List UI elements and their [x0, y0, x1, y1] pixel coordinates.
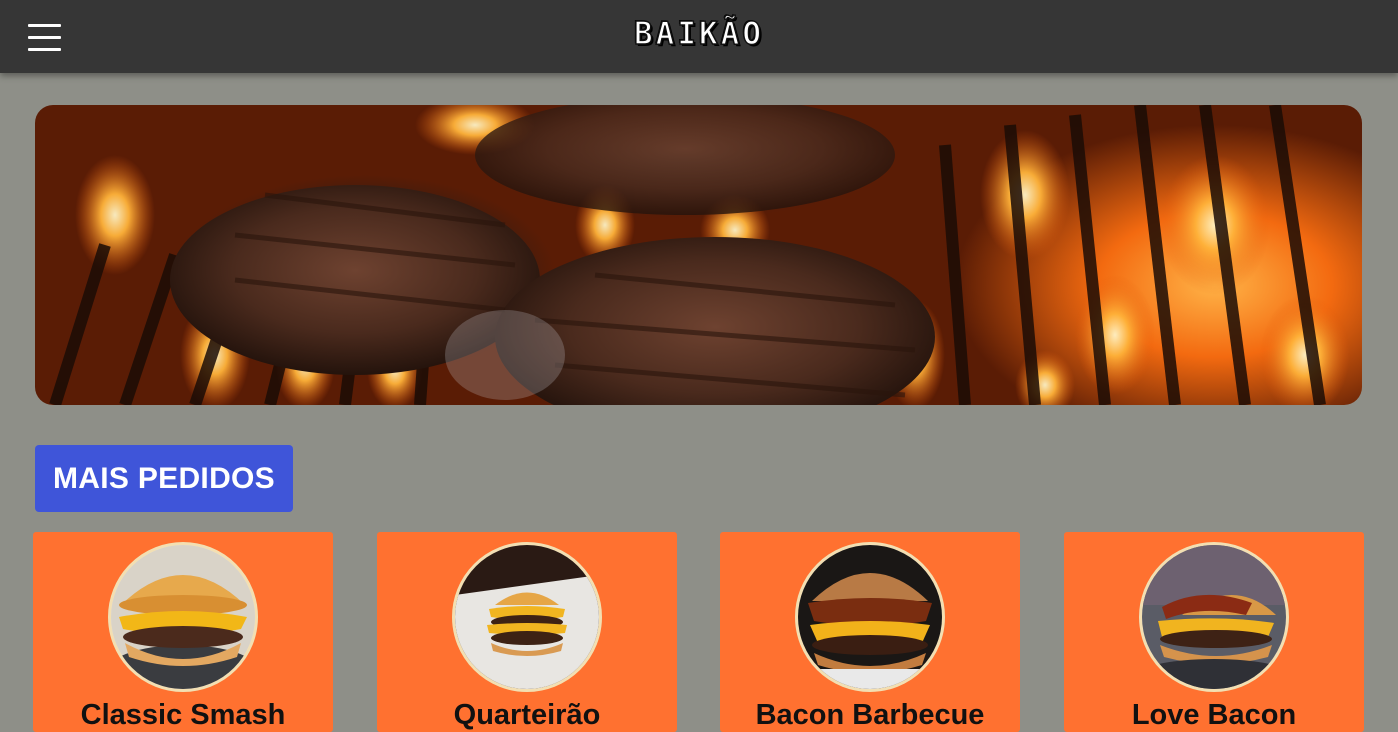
- product-name: Quarteirão: [453, 699, 601, 731]
- menu-line: [28, 24, 61, 27]
- product-card[interactable]: Classic Smash: [33, 532, 333, 732]
- product-name: Love Bacon: [1131, 699, 1297, 731]
- product-list: Classic Smash Quarteirão Bacon Barbecue …: [33, 532, 1364, 732]
- classic-smash-burger-photo: [108, 542, 258, 692]
- quarteirao-burger-photo: [452, 542, 602, 692]
- product-name: Classic Smash: [80, 699, 286, 731]
- bacon-barbecue-burger-photo: [795, 542, 945, 692]
- brand-logo[interactable]: BAIKÃO: [560, 12, 838, 56]
- section-title: MAIS PEDIDOS: [35, 445, 293, 512]
- hamburger-menu-icon[interactable]: [28, 22, 62, 54]
- product-card[interactable]: Bacon Barbecue: [720, 532, 1020, 732]
- hero-banner-image: [35, 105, 1362, 405]
- patty-far: [475, 105, 895, 215]
- menu-line: [28, 48, 61, 51]
- top-bar: BAIKÃO: [0, 0, 1398, 73]
- grill-illustration: [49, 105, 1350, 405]
- product-card[interactable]: Love Bacon: [1064, 532, 1364, 732]
- product-name: Bacon Barbecue: [755, 699, 985, 731]
- menu-line: [28, 36, 61, 39]
- smoke: [445, 310, 565, 400]
- product-card[interactable]: Quarteirão: [377, 532, 677, 732]
- love-bacon-burger-photo: [1139, 542, 1289, 692]
